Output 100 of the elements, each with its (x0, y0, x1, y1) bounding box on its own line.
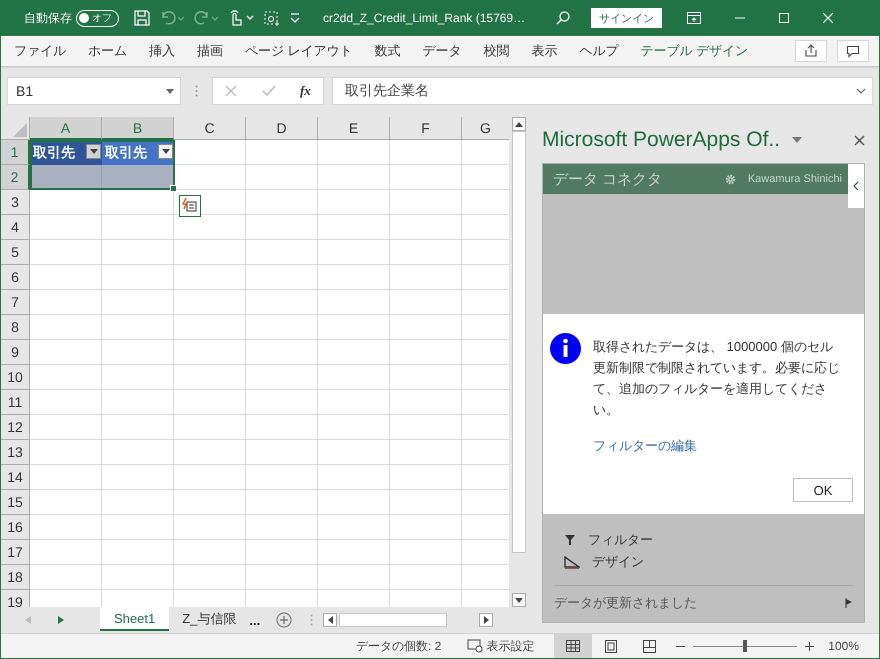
count-status: データの個数: 2 (356, 638, 442, 654)
scroll-up-icon[interactable] (515, 122, 523, 126)
customize-icon[interactable] (289, 12, 301, 24)
comments-button[interactable] (837, 40, 869, 62)
column-header[interactable]: C (174, 117, 246, 140)
zoom-in-icon[interactable] (805, 642, 814, 650)
pane-title: Microsoft PowerApps Of.. (542, 128, 780, 152)
window-title: cr2dd_Z_Credit_Limit_Rank (15769… (323, 11, 526, 25)
ribbon-tab[interactable]: 表示 (524, 36, 565, 66)
display-settings-icon (467, 639, 484, 653)
insert-function-button[interactable]: fx (300, 83, 311, 99)
zoom-level[interactable]: 100% (828, 639, 859, 653)
ribbon-tab[interactable]: ホーム (81, 36, 134, 66)
scroll-left-icon[interactable] (328, 616, 333, 624)
column-header[interactable]: E (318, 117, 390, 140)
normal-view-button[interactable] (554, 634, 592, 658)
row-header[interactable]: 8 (1, 315, 30, 340)
connector-title: データ コネクタ (553, 170, 664, 188)
sheet-tab[interactable]: Sheet1 (100, 607, 170, 631)
pane-menu-item[interactable]: フィルター (588, 531, 653, 549)
more-sheets-button[interactable]: ... (249, 612, 268, 628)
share-button[interactable] (795, 40, 827, 62)
row-header[interactable]: 16 (1, 515, 30, 540)
expand-icon[interactable] (856, 88, 866, 94)
table-header-cell[interactable]: 取引先 (102, 140, 174, 165)
row-header[interactable]: 14 (1, 465, 30, 490)
page-break-icon (642, 640, 656, 652)
sheet-tab[interactable]: Z_与信限 (169, 607, 250, 631)
ribbon-tab[interactable]: ヘルプ (572, 36, 626, 66)
grip-icon[interactable] (195, 85, 198, 97)
row-header[interactable]: 13 (1, 440, 30, 465)
autosave-label: 自動保存 (24, 10, 72, 26)
ribbon-tab[interactable]: 描画 (190, 36, 230, 66)
search-icon[interactable] (555, 10, 571, 26)
ribbon-tab[interactable]: 数式 (368, 36, 408, 66)
autosave-toggle[interactable]: オフ (76, 10, 119, 26)
ribbon-tab[interactable]: ページ レイアウト (238, 36, 360, 66)
save-icon[interactable] (133, 9, 151, 27)
chevron-left-icon (853, 181, 859, 191)
comment-icon (846, 44, 860, 58)
scroll-down-icon[interactable] (515, 598, 523, 602)
ribbon-tab[interactable]: テーブル デザイン (634, 36, 756, 66)
row-header[interactable]: 11 (1, 390, 30, 415)
grip-icon[interactable] (310, 614, 314, 626)
settings-icon[interactable] (724, 174, 736, 184)
column-header[interactable]: G (462, 117, 509, 140)
scroll-right-icon[interactable] (484, 616, 489, 624)
row-header[interactable]: 2 (1, 165, 30, 190)
ribbon-display-icon[interactable] (686, 11, 702, 25)
row-header[interactable]: 12 (1, 415, 30, 440)
row-header[interactable]: 17 (1, 540, 30, 565)
info-message: 取得されたデータは、 1000000 個のセル更新制限で制限されています。必要に応じて、追加のフィルターを適用してください。 (593, 338, 841, 419)
info-icon (550, 333, 581, 364)
column-header[interactable]: F (390, 117, 462, 140)
horizontal-scrollbar[interactable] (323, 612, 494, 628)
user-name: Kawamura Shinichi (748, 173, 842, 185)
column-header[interactable]: B (102, 117, 174, 140)
corner-triangle-icon (13, 123, 27, 137)
edit-filter-link[interactable]: フィルターの編集 (593, 437, 843, 455)
filter-dropdown-button[interactable] (86, 144, 101, 159)
ribbon-tab[interactable]: ファイル (7, 36, 73, 66)
dropdown-icon[interactable] (166, 88, 174, 94)
pane-options-icon[interactable] (792, 137, 802, 143)
next-sheet-icon[interactable] (58, 616, 64, 624)
close-icon[interactable] (854, 134, 865, 146)
sign-in-button[interactable]: サインイン (591, 8, 662, 28)
formula-field[interactable]: 取引先企業名 (332, 77, 873, 105)
row-header[interactable]: 18 (1, 565, 30, 590)
row-header[interactable]: 4 (1, 215, 30, 240)
grid-icon (566, 640, 580, 652)
maximize-icon[interactable] (778, 12, 790, 24)
row-header[interactable]: 3 (1, 190, 30, 215)
row-header[interactable]: 19 (1, 590, 30, 607)
share-icon (804, 44, 818, 58)
flag-icon[interactable] (845, 598, 853, 608)
column-header[interactable]: A (30, 117, 102, 140)
row-header[interactable]: 1 (1, 140, 30, 165)
dropdown-icon (90, 149, 98, 154)
dropdown-icon (162, 149, 170, 154)
row-header[interactable]: 6 (1, 265, 30, 290)
ribbon-tab[interactable]: 校閲 (476, 36, 517, 66)
ribbon-tab[interactable]: 挿入 (142, 36, 182, 66)
row-header[interactable]: 15 (1, 490, 30, 515)
display-settings-button[interactable]: 表示設定 (461, 636, 540, 656)
row-header[interactable]: 5 (1, 240, 30, 265)
row-header[interactable]: 7 (1, 290, 30, 315)
filter-dropdown-button[interactable] (158, 144, 173, 159)
quick-analysis-icon[interactable] (179, 195, 201, 217)
ribbon-tab[interactable]: データ (416, 36, 469, 66)
name-box[interactable]: B1 (7, 77, 181, 105)
refresh-status: データが更新されました (554, 594, 697, 612)
screenshot-icon[interactable] (263, 9, 281, 27)
column-header[interactable]: D (246, 117, 318, 140)
row-header[interactable]: 10 (1, 365, 30, 390)
add-sheet-icon[interactable] (276, 612, 292, 628)
pane-menu-item[interactable]: デザイン (592, 553, 644, 571)
vertical-scrollbar[interactable] (511, 117, 527, 607)
ok-button[interactable]: OK (793, 478, 853, 502)
table-cell[interactable] (102, 165, 174, 190)
row-header[interactable]: 9 (1, 340, 30, 365)
